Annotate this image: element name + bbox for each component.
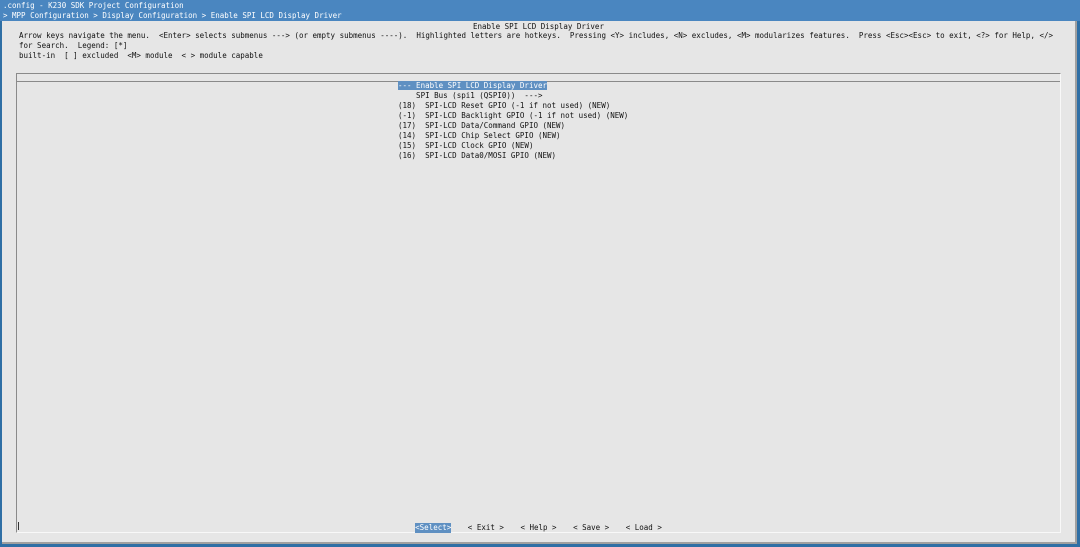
- menu-item-data0-mosi-gpio[interactable]: (16) SPI-LCD Data0/MOSI GPIO (NEW): [398, 151, 628, 161]
- menuconfig-dialog: Enable SPI LCD Display Driver Arrow keys…: [2, 21, 1077, 544]
- menu-item-clock-gpio[interactable]: (15) SPI-LCD Clock GPIO (NEW): [398, 141, 628, 151]
- breadcrumb: > MPP Configuration > Display Configurat…: [3, 11, 342, 20]
- help-text: Arrow keys navigate the menu. <Enter> se…: [19, 31, 1054, 60]
- select-button[interactable]: <Select>: [415, 523, 452, 533]
- menu-item-enable-spi-lcd[interactable]: --- Enable SPI LCD Display Driver: [398, 81, 628, 91]
- load-button[interactable]: < Load >: [626, 523, 662, 533]
- menu-item-chip-select-gpio[interactable]: (14) SPI-LCD Chip Select GPIO (NEW): [398, 131, 628, 141]
- menu-item-reset-gpio[interactable]: (18) SPI-LCD Reset GPIO (-1 if not used)…: [398, 101, 628, 111]
- menu-list: --- Enable SPI LCD Display Driver SPI Bu…: [398, 81, 628, 161]
- save-button[interactable]: < Save >: [573, 523, 609, 533]
- title-bar: .config - K230 SDK Project Configuration…: [0, 0, 1080, 21]
- window-title: .config - K230 SDK Project Configuration: [3, 1, 184, 10]
- menu-box: --- Enable SPI LCD Display Driver SPI Bu…: [16, 73, 1061, 533]
- menu-item-backlight-gpio[interactable]: (-1) SPI-LCD Backlight GPIO (-1 if not u…: [398, 111, 628, 121]
- help-button[interactable]: < Help >: [520, 523, 556, 533]
- button-row: <Select> < Exit > < Help > < Save > < Lo…: [2, 523, 1075, 533]
- menu-item-spi-bus[interactable]: SPI Bus (spi1 (QSPI0)) --->: [398, 91, 628, 101]
- exit-button[interactable]: < Exit >: [468, 523, 504, 533]
- menu-item-data-command-gpio[interactable]: (17) SPI-LCD Data/Command GPIO (NEW): [398, 121, 628, 131]
